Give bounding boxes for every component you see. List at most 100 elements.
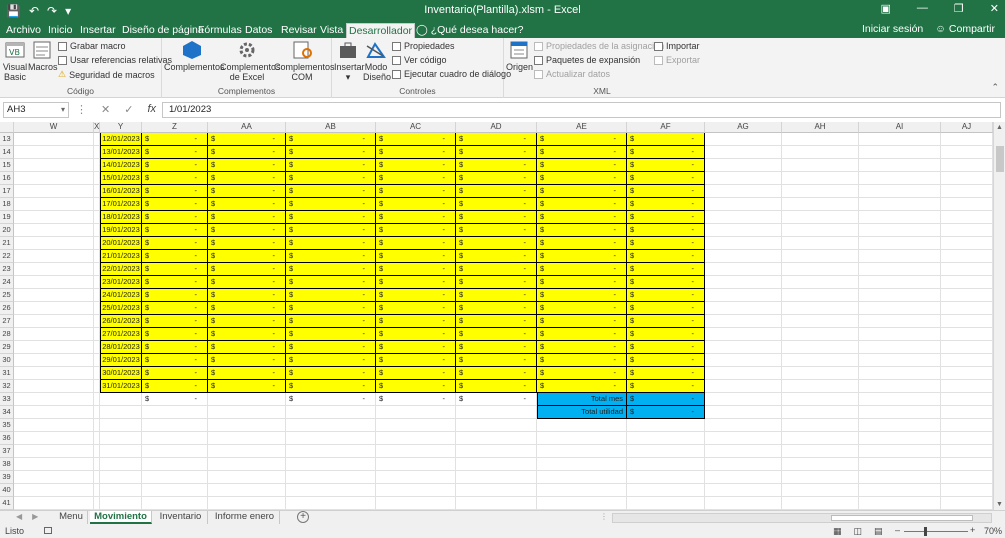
cell-ag31[interactable] bbox=[705, 367, 782, 380]
cell-aj25[interactable] bbox=[941, 289, 993, 302]
vertical-scroll-thumb[interactable] bbox=[996, 146, 1004, 172]
cell-ai14[interactable] bbox=[859, 146, 941, 159]
insertar-control-button[interactable]: Insertar ▾ bbox=[334, 40, 365, 82]
cell-ad39[interactable] bbox=[456, 471, 537, 484]
cell-ae22[interactable]: $ - bbox=[537, 250, 627, 263]
cell-ag28[interactable] bbox=[705, 328, 782, 341]
row-header-20[interactable]: 20 bbox=[0, 224, 14, 237]
cell-z39[interactable] bbox=[142, 471, 208, 484]
zoom-out-icon[interactable]: – bbox=[895, 525, 900, 535]
cell-ad17[interactable]: $ - bbox=[456, 185, 537, 198]
cell-y40[interactable] bbox=[100, 484, 142, 497]
cell-ac32[interactable]: $ - bbox=[376, 380, 456, 393]
cell-z22[interactable]: $ - bbox=[142, 250, 208, 263]
cell-z36[interactable] bbox=[142, 432, 208, 445]
cell-aa15[interactable]: $ - bbox=[208, 159, 286, 172]
ejecutar-cuadro-button[interactable]: Ejecutar cuadro de diálogo bbox=[392, 69, 511, 79]
cell-ah15[interactable] bbox=[782, 159, 859, 172]
cell-y27[interactable]: 26/01/2023 bbox=[100, 315, 142, 328]
cell-y13[interactable]: 12/01/2023 bbox=[100, 133, 142, 146]
cell-af17[interactable]: $ - bbox=[627, 185, 705, 198]
cell-aj23[interactable] bbox=[941, 263, 993, 276]
complementos-button[interactable]: Complementos bbox=[164, 40, 225, 72]
cell-aa38[interactable] bbox=[208, 458, 286, 471]
cell-aj17[interactable] bbox=[941, 185, 993, 198]
cell-ae35[interactable] bbox=[537, 419, 627, 432]
cell-aa31[interactable]: $ - bbox=[208, 367, 286, 380]
cell-ai37[interactable] bbox=[859, 445, 941, 458]
cell-w21[interactable] bbox=[14, 237, 94, 250]
cell-ad15[interactable]: $ - bbox=[456, 159, 537, 172]
cell-ai15[interactable] bbox=[859, 159, 941, 172]
cell-aa29[interactable]: $ - bbox=[208, 341, 286, 354]
cell-aj20[interactable] bbox=[941, 224, 993, 237]
row-header-22[interactable]: 22 bbox=[0, 250, 14, 263]
cell-aj15[interactable] bbox=[941, 159, 993, 172]
row-header-26[interactable]: 26 bbox=[0, 302, 14, 315]
row-header-27[interactable]: 27 bbox=[0, 315, 14, 328]
cell-y17[interactable]: 16/01/2023 bbox=[100, 185, 142, 198]
row-header-35[interactable]: 35 bbox=[0, 419, 14, 432]
horizontal-scroll-thumb[interactable] bbox=[831, 515, 973, 521]
cell-aj33[interactable] bbox=[941, 393, 993, 406]
page-break-view-icon[interactable]: ▤ bbox=[874, 526, 883, 537]
cell-ae30[interactable]: $ - bbox=[537, 354, 627, 367]
cell-z31[interactable]: $ - bbox=[142, 367, 208, 380]
cell-ai17[interactable] bbox=[859, 185, 941, 198]
row-header-34[interactable]: 34 bbox=[0, 406, 14, 419]
cell-w16[interactable] bbox=[14, 172, 94, 185]
normal-view-icon[interactable]: ▦ bbox=[833, 526, 842, 537]
cell-af27[interactable]: $ - bbox=[627, 315, 705, 328]
cell-ag21[interactable] bbox=[705, 237, 782, 250]
cell-ac22[interactable]: $ - bbox=[376, 250, 456, 263]
row-header-36[interactable]: 36 bbox=[0, 432, 14, 445]
cell-aj37[interactable] bbox=[941, 445, 993, 458]
cell-ad26[interactable]: $ - bbox=[456, 302, 537, 315]
cell-w38[interactable] bbox=[14, 458, 94, 471]
cell-aj29[interactable] bbox=[941, 341, 993, 354]
cell-ac41[interactable] bbox=[376, 497, 456, 510]
cell-ah41[interactable] bbox=[782, 497, 859, 510]
cell-ad20[interactable]: $ - bbox=[456, 224, 537, 237]
cell-ac37[interactable] bbox=[376, 445, 456, 458]
sheet-tab-movimiento[interactable]: Movimiento bbox=[90, 511, 152, 524]
cell-af40[interactable] bbox=[627, 484, 705, 497]
cell-w26[interactable] bbox=[14, 302, 94, 315]
cell-ae21[interactable]: $ - bbox=[537, 237, 627, 250]
cell-ah27[interactable] bbox=[782, 315, 859, 328]
insert-function-icon[interactable]: fx bbox=[147, 103, 156, 116]
tab-desarrollador[interactable]: Desarrollador bbox=[346, 23, 416, 38]
cell-af16[interactable]: $ - bbox=[627, 172, 705, 185]
cell-ad16[interactable]: $ - bbox=[456, 172, 537, 185]
cell-ag13[interactable] bbox=[705, 133, 782, 146]
row-header-25[interactable]: 25 bbox=[0, 289, 14, 302]
cell-ac25[interactable]: $ - bbox=[376, 289, 456, 302]
row-header-30[interactable]: 30 bbox=[0, 354, 14, 367]
cell-w25[interactable] bbox=[14, 289, 94, 302]
horizontal-scrollbar[interactable] bbox=[612, 513, 992, 523]
cell-ag26[interactable] bbox=[705, 302, 782, 315]
next-sheet-icon[interactable]: ▶ bbox=[32, 512, 38, 521]
close-icon[interactable]: ✕ bbox=[990, 2, 999, 15]
row-header-23[interactable]: 23 bbox=[0, 263, 14, 276]
cell-ag20[interactable] bbox=[705, 224, 782, 237]
cell-ad32[interactable]: $ - bbox=[456, 380, 537, 393]
vertical-scrollbar[interactable]: ▲ ▼ bbox=[993, 122, 1005, 510]
cell-ae38[interactable] bbox=[537, 458, 627, 471]
cell-ab22[interactable]: $ - bbox=[286, 250, 376, 263]
cell-z30[interactable]: $ - bbox=[142, 354, 208, 367]
cell-y38[interactable] bbox=[100, 458, 142, 471]
ribbon-display-icon[interactable]: ▣ bbox=[881, 2, 891, 15]
macros-button[interactable]: Macros bbox=[28, 40, 58, 72]
cell-y14[interactable]: 13/01/2023 bbox=[100, 146, 142, 159]
cell-ae29[interactable]: $ - bbox=[537, 341, 627, 354]
cell-aa19[interactable]: $ - bbox=[208, 211, 286, 224]
cell-y37[interactable] bbox=[100, 445, 142, 458]
cell-aa13[interactable]: $ - bbox=[208, 133, 286, 146]
cell-af38[interactable] bbox=[627, 458, 705, 471]
cell-aa27[interactable]: $ - bbox=[208, 315, 286, 328]
cell-aa34[interactable] bbox=[208, 406, 286, 419]
row-header-41[interactable]: 41 bbox=[0, 497, 14, 510]
cell-ah25[interactable] bbox=[782, 289, 859, 302]
cell-ah28[interactable] bbox=[782, 328, 859, 341]
